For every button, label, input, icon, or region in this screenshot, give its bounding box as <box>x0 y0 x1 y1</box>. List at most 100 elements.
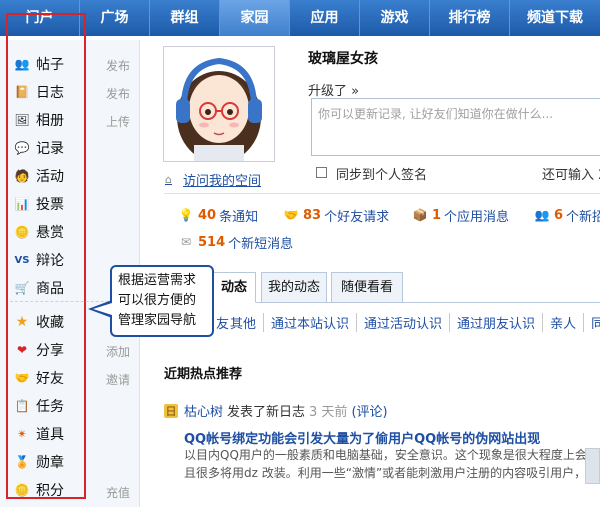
sidebar-action-publish-blog[interactable]: 发布 <box>106 85 130 102</box>
sidebar-action-invite[interactable]: 邀请 <box>106 371 130 388</box>
filter-family[interactable]: 亲人 <box>542 313 583 332</box>
debate-icon: VS <box>14 254 30 266</box>
nav-item-channel-download[interactable]: 频道下载 <box>510 0 600 36</box>
app-window: 门户 广场 群组 家园 应用 游戏 排行榜 频道下载 👥 帖子 发布 📔 日志 … <box>0 0 600 507</box>
nav-item-groups[interactable]: 群组 <box>150 0 220 36</box>
sync-signature-checkbox[interactable] <box>316 167 327 178</box>
notification-count: 6 <box>554 207 564 223</box>
friends-icon: 🤝 <box>14 371 30 385</box>
callout-pointer-fill <box>93 303 112 315</box>
sidebar-item-record[interactable]: 💬 记录 <box>14 137 134 159</box>
sidebar-action-recharge[interactable]: 充值 <box>106 484 130 501</box>
upgrade-link[interactable]: 升级了 » <box>308 80 359 99</box>
feed-entry-header: 日 枯心树 发表了新日志 3 天前 (评论) <box>164 401 388 420</box>
blog-icon: 📔 <box>14 85 30 99</box>
sidebar-item-label: 辩论 <box>36 253 64 269</box>
notification-separator <box>164 193 600 194</box>
filter-colleague[interactable]: 同事 <box>583 313 600 332</box>
visit-space-link[interactable]: ⌂ 访问我的空间 <box>165 170 262 190</box>
reward-icon: 🪙 <box>14 225 30 239</box>
feed-body-line: 且很多将用dz 改装。利用一些“激情”或者能刺激用户注册的内容吸引用户，具体 <box>184 466 600 480</box>
notification-text: 个应用消息 <box>444 209 510 225</box>
sidebar-item-activity[interactable]: 🧑 活动 <box>14 165 134 187</box>
sidebar-item-label: 收藏 <box>36 315 64 331</box>
feed-body-line: 以目内QQ用户的一般素质和电脑基础，安全意识。这个现象是很大程度上会发生 <box>184 448 600 462</box>
home-icon: ⌂ <box>165 172 172 186</box>
invite-icon: 👥 <box>534 208 550 222</box>
sidebar-item-label: 记录 <box>36 141 64 157</box>
feed-time: 3 天前 <box>309 405 348 420</box>
sidebar-item-label: 积分 <box>36 483 64 499</box>
notification-alerts[interactable]: 💡 40 条通知 <box>178 206 259 225</box>
app-message-icon: 📦 <box>412 208 428 222</box>
sidebar-item-vote[interactable]: 📊 投票 <box>14 193 134 215</box>
prop-icon: ✴ <box>16 427 28 441</box>
feed-body: 以目内QQ用户的一般素质和电脑基础，安全意识。这个现象是很大程度上会发生 且很多… <box>184 446 600 482</box>
feed-action-text: 发表了新日志 <box>227 405 306 420</box>
filter-activity[interactable]: 通过活动认识 <box>356 313 449 332</box>
sidebar-item-label: 好友 <box>36 371 64 387</box>
sidebar-action-publish-post[interactable]: 发布 <box>106 57 130 74</box>
bulb-icon: 💡 <box>178 208 194 222</box>
filter-other[interactable]: 其他 <box>230 313 263 332</box>
tab-browse[interactable]: 随便看看 <box>331 272 403 303</box>
sidebar-item-label: 帖子 <box>36 57 64 73</box>
top-navigation: 门户 广场 群组 家园 应用 游戏 排行榜 频道下载 <box>0 0 600 36</box>
sidebar-item-label: 日志 <box>36 85 64 101</box>
sidebar-item-label: 投票 <box>36 197 64 213</box>
sidebar-item-props[interactable]: ✴ 道具 <box>14 423 134 445</box>
sync-signature-label: 同步到个人签名 <box>336 168 428 183</box>
sidebar-item-label: 分享 <box>36 343 64 359</box>
notification-short-messages[interactable]: ✉ 514 个新短消息 <box>178 233 294 252</box>
notification-invites[interactable]: 👥 6 个新招 <box>534 206 600 225</box>
friend-filter-bar: 其他 通过本站认识 通过活动认识 通过朋友认识 亲人 同事 <box>230 313 600 332</box>
nav-item-plaza[interactable]: 广场 <box>80 0 150 36</box>
nav-item-games[interactable]: 游戏 <box>360 0 430 36</box>
notification-text: 个新短消息 <box>228 236 294 252</box>
notification-app-messages[interactable]: 📦 1 个应用消息 <box>412 206 510 225</box>
status-input[interactable]: 你可以更新记录, 让好友们知道你在做什么... <box>311 98 600 156</box>
sidebar-item-label: 商品 <box>36 281 64 297</box>
sidebar-item-tasks[interactable]: 📋 任务 <box>14 395 134 417</box>
feed-title-link[interactable]: QQ帐号绑定功能会引发大量为了偷用户QQ帐号的伪网站出现 <box>184 428 540 447</box>
nav-item-apps[interactable]: 应用 <box>290 0 360 36</box>
filter-site[interactable]: 通过本站认识 <box>263 313 356 332</box>
blog-entry-icon: 日 <box>164 403 178 418</box>
medal-icon: 🏅 <box>14 455 30 469</box>
notification-friend-requests[interactable]: 🤝 83 个好友请求 <box>283 206 390 225</box>
feed-user-link[interactable]: 枯心树 <box>184 401 223 420</box>
user-avatar[interactable] <box>163 46 275 163</box>
callout-text-line: 根据运营需求 <box>118 273 197 288</box>
filter-friend[interactable]: 通过朋友认识 <box>449 313 542 332</box>
friend-request-icon: 🤝 <box>283 208 299 222</box>
avatar-illustration <box>176 57 262 163</box>
sidebar-item-medals[interactable]: 🏅 勋章 <box>14 451 134 473</box>
annotation-callout: 根据运营需求 可以很方便的 管理家园导航 <box>110 265 214 337</box>
sidebar-item-reward[interactable]: 🪙 悬赏 <box>14 221 134 243</box>
tab-my-feed[interactable]: 我的动态 <box>261 272 327 303</box>
nav-item-rankings[interactable]: 排行榜 <box>430 0 510 36</box>
activity-icon: 🧑 <box>14 169 30 183</box>
favorite-icon: ★ <box>15 314 29 330</box>
mail-icon: ✉ <box>180 235 192 249</box>
username[interactable]: 玻璃屋女孩 <box>308 48 378 68</box>
nav-item-home[interactable]: 家园 <box>220 0 290 36</box>
sidebar-item-label: 道具 <box>36 427 64 443</box>
sidebar-action-upload[interactable]: 上传 <box>106 113 130 130</box>
sidebar-item-label: 活动 <box>36 169 64 185</box>
sidebar-action-add-share[interactable]: 添加 <box>106 343 130 360</box>
feed-comment-link[interactable]: (评论) <box>351 401 387 420</box>
filter-lead[interactable]: 友 <box>216 313 229 332</box>
notification-text: 条通知 <box>219 209 259 225</box>
sidebar-item-label: 任务 <box>36 399 64 415</box>
goods-icon: 🛒 <box>14 281 30 295</box>
notification-count: 83 <box>303 207 322 223</box>
notification-text: 个新招 <box>566 209 600 225</box>
sidebar-item-label: 勋章 <box>36 455 64 471</box>
tab-feed[interactable]: 动态 <box>212 272 256 303</box>
feed-thumbnail[interactable] <box>585 448 600 484</box>
sidebar-item-label: 相册 <box>36 113 64 129</box>
notification-text: 个好友请求 <box>324 209 390 225</box>
visit-space-label: 访问我的空间 <box>183 174 262 189</box>
sidebar-item-label: 悬赏 <box>36 225 64 241</box>
